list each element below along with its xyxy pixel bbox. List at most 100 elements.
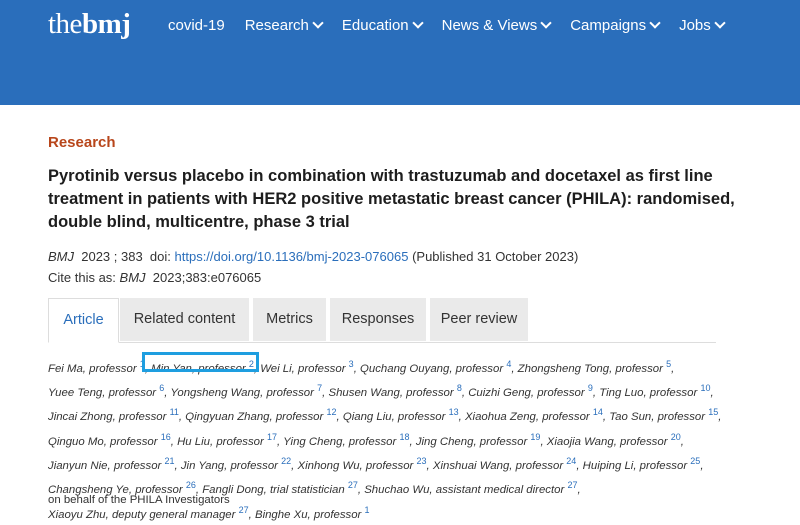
author-item[interactable]: Wei Li, professor 3, [260, 359, 357, 375]
affiliation-link[interactable]: 24 [566, 456, 576, 466]
affiliation-link[interactable]: 15 [708, 408, 718, 418]
author-item[interactable]: Zhongsheng Tong, professor 5, [517, 359, 675, 375]
author-item[interactable]: Jincai Zhong, professor 11, [48, 408, 182, 424]
affiliation-link[interactable]: 9 [588, 383, 593, 393]
affiliation-link[interactable]: 6 [159, 383, 164, 393]
author-name: Jianyun Nie, professor [48, 459, 162, 472]
author-name: Xiaohua Zeng, professor [464, 411, 590, 424]
author-item[interactable]: Ying Cheng, professor 18, [283, 432, 413, 448]
author-item[interactable]: Shuchao Wu, assistant medical director 2… [364, 480, 580, 496]
author-name: Wei Li, professor [260, 362, 346, 375]
author-item[interactable]: Tao Sun, professor 15, [609, 408, 721, 424]
author-name: Qiang Liu, professor [342, 411, 446, 424]
highlight-box [142, 352, 259, 372]
tab-metrics[interactable]: Metrics [253, 298, 326, 341]
author-name: Ting Luo, professor [599, 387, 698, 400]
author-name: Zhongsheng Tong, professor [517, 362, 663, 375]
chevron-down-icon [649, 16, 661, 29]
affiliation-link[interactable]: 7 [317, 383, 322, 393]
author-item[interactable]: Yongsheng Wang, professor 7, [170, 383, 325, 400]
affiliation-link[interactable]: 4 [506, 359, 511, 369]
author-name: Huiping Li, professor [582, 459, 688, 472]
author-item[interactable]: Qiang Liu, professor 13, [342, 408, 462, 424]
author-name: Hu Liu, professor [177, 435, 264, 448]
author-name: Yongsheng Wang, professor [170, 387, 314, 400]
affiliation-link[interactable]: 21 [165, 456, 175, 466]
author-item[interactable]: Huiping Li, professor 25, [582, 456, 704, 472]
author-item[interactable]: Yuee Teng, professor 6, [48, 383, 167, 399]
affiliation-link[interactable]: 22 [281, 456, 291, 466]
affiliation-link[interactable]: 11 [170, 408, 179, 418]
nav-news-views[interactable]: News & Views [442, 16, 552, 34]
chevron-down-icon [540, 16, 552, 29]
author-name: Xinshuai Wang, professor [432, 459, 564, 472]
author-item[interactable]: Qingyuan Zhang, professor 12, [185, 408, 339, 424]
nav-covid-19[interactable]: covid-19 [168, 17, 225, 34]
tab-related-content[interactable]: Related content [120, 298, 249, 341]
affiliation-link[interactable]: 5 [666, 359, 671, 369]
author-name: Xinhong Wu, professor [297, 459, 414, 472]
author-name: Jin Yang, professor [180, 459, 278, 472]
cite-ref: 2023;383:e076065 [152, 270, 262, 285]
author-name: Shusen Wang, professor [328, 387, 454, 400]
author-name: Qinguo Mo, professor [48, 435, 158, 448]
author-name: Fei Ma, professor [48, 362, 137, 375]
affiliation-link[interactable]: 20 [671, 432, 681, 442]
affiliation-link[interactable]: 25 [690, 456, 700, 466]
author-item[interactable]: Xiaohua Zeng, professor 14, [464, 408, 606, 424]
nav-education[interactable]: Education [342, 16, 424, 34]
author-item[interactable]: Xinhong Wu, professor 23, [297, 456, 429, 472]
affiliation-link[interactable]: 19 [530, 432, 540, 442]
nav-jobs[interactable]: Jobs [679, 16, 726, 34]
author-name: Xiaojia Wang, professor [546, 435, 668, 448]
tab-peer-review[interactable]: Peer review [430, 298, 528, 341]
article-tabs: Article Related content Metrics Response… [48, 298, 716, 343]
year-volume: 2023 ; 383 [81, 249, 143, 264]
affiliation-link[interactable]: 18 [399, 432, 409, 442]
affiliation-link[interactable]: 14 [593, 408, 603, 418]
affiliation-link[interactable]: 12 [326, 408, 336, 418]
nav-research[interactable]: Research [245, 16, 324, 34]
author-name: Qingyuan Zhang, professor [185, 411, 324, 424]
author-item[interactable]: Jing Cheng, professor 19, [415, 432, 544, 448]
author-item[interactable]: Fei Ma, professor 1, [48, 359, 148, 375]
affiliation-link[interactable]: 27 [239, 505, 249, 515]
nav-campaigns[interactable]: Campaigns [570, 16, 661, 34]
author-item[interactable]: Xinshuai Wang, professor 24, [432, 456, 580, 472]
author-item[interactable]: Xiaojia Wang, professor 20, [546, 432, 684, 448]
author-item[interactable]: Quchang Ouyang, professor 4, [360, 359, 514, 375]
article-meta: BMJ 2023 ; 383 doi: https://doi.org/10.1… [48, 249, 578, 264]
affiliation-link[interactable]: 16 [161, 432, 171, 442]
chevron-down-icon [714, 16, 726, 29]
chevron-down-icon [312, 16, 324, 29]
doi-label: doi: [149, 249, 171, 264]
tab-article[interactable]: Article [48, 298, 119, 343]
affiliation-link[interactable]: 17 [267, 432, 277, 442]
affiliation-link[interactable]: 27 [348, 480, 358, 490]
affiliation-link[interactable]: 26 [186, 480, 196, 490]
section-label: Research [48, 134, 116, 151]
author-name: Jincai Zhong, professor [48, 411, 167, 424]
author-item[interactable]: Shusen Wang, professor 8, [328, 383, 465, 400]
affiliation-link[interactable]: 3 [349, 359, 354, 369]
author-item[interactable]: Cuizhi Geng, professor 9, [468, 383, 596, 399]
author-name: Jing Cheng, professor [415, 435, 528, 448]
author-item[interactable]: Ting Luo, professor 10, [599, 383, 713, 400]
published-date: (Published 31 October 2023) [412, 249, 579, 264]
cite-prefix: Cite this as: [48, 270, 116, 285]
tab-responses[interactable]: Responses [330, 298, 426, 341]
affiliation-link[interactable]: 27 [567, 480, 577, 490]
author-item[interactable]: Qinguo Mo, professor 16, [48, 432, 174, 448]
affiliation-link[interactable]: 8 [457, 383, 462, 393]
article-title: Pyrotinib versus placebo in combination … [48, 167, 735, 231]
affiliation-link[interactable]: 10 [700, 383, 710, 393]
author-name: Ying Cheng, professor [283, 435, 397, 448]
author-item[interactable]: Jianyun Nie, professor 21, [48, 456, 178, 472]
affiliation-link[interactable]: 1 [365, 505, 370, 515]
affiliation-link[interactable]: 23 [417, 456, 427, 466]
author-item[interactable]: Jin Yang, professor 22, [180, 456, 294, 472]
affiliation-link[interactable]: 13 [449, 408, 459, 418]
doi-link[interactable]: https://doi.org/10.1136/bmj-2023-076065 [175, 249, 409, 264]
bmj-logo[interactable]: thebmj [48, 8, 131, 41]
author-item[interactable]: Hu Liu, professor 17, [177, 432, 280, 448]
